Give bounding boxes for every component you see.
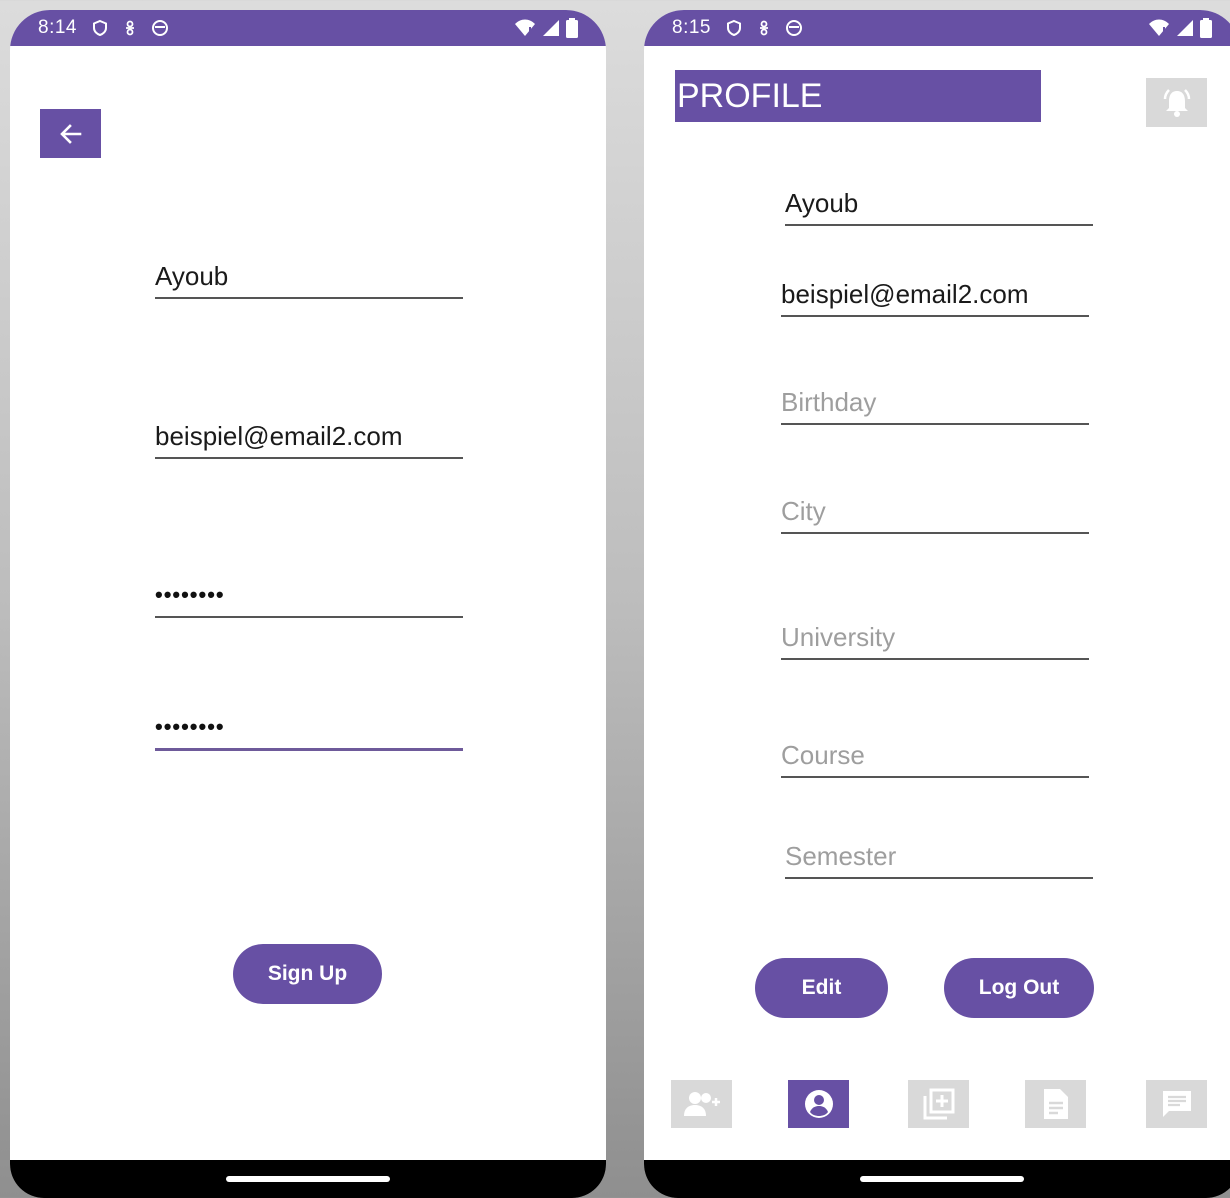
shield-icon xyxy=(92,19,107,37)
battery-icon xyxy=(566,18,578,38)
add-friend-icon xyxy=(683,1092,720,1116)
profile-screen: 8:15 PROFILE Ayoub beispiel@email2.com B… xyxy=(644,10,1230,1198)
home-handle[interactable] xyxy=(860,1176,1024,1182)
nav-add-library[interactable] xyxy=(908,1080,969,1128)
name-input[interactable]: Ayoub xyxy=(155,261,463,299)
university-field[interactable]: University xyxy=(781,622,1089,660)
shield-icon xyxy=(726,19,741,37)
status-bar: 8:15 xyxy=(644,10,1230,46)
notifications-button[interactable] xyxy=(1146,78,1207,127)
signal-icon xyxy=(1177,20,1193,36)
data-saver-icon xyxy=(759,20,768,36)
edit-button[interactable]: Edit xyxy=(755,958,888,1018)
status-right xyxy=(514,18,578,38)
nav-documents[interactable] xyxy=(1025,1080,1086,1128)
data-saver-icon xyxy=(125,20,134,36)
back-button[interactable] xyxy=(40,109,101,158)
wifi-icon xyxy=(515,19,535,36)
birthday-field[interactable]: Birthday xyxy=(781,387,1089,425)
nav-profile[interactable] xyxy=(788,1080,849,1128)
home-handle[interactable] xyxy=(226,1176,390,1182)
semester-field[interactable]: Semester xyxy=(785,841,1093,879)
system-nav-bar xyxy=(10,1160,606,1198)
status-time: 8:15 xyxy=(672,17,711,38)
wifi-icon xyxy=(1149,19,1169,36)
status-right xyxy=(1148,18,1212,38)
page-title: PROFILE xyxy=(675,70,1041,122)
email-field[interactable]: beispiel@email2.com xyxy=(781,279,1089,317)
status-bar: 8:14 xyxy=(10,10,606,46)
sign-up-button[interactable]: Sign Up xyxy=(233,944,382,1004)
bell-ring-icon xyxy=(1163,88,1190,117)
arrow-back-icon xyxy=(59,123,81,144)
name-field[interactable]: Ayoub xyxy=(785,188,1093,226)
add-library-icon xyxy=(923,1088,954,1120)
log-out-button[interactable]: Log Out xyxy=(944,958,1094,1018)
app-notification-icon xyxy=(785,20,802,36)
email-input[interactable]: beispiel@email2.com xyxy=(155,421,463,459)
confirm-password-input[interactable]: •••••••• xyxy=(155,712,463,751)
battery-icon xyxy=(1200,18,1212,38)
status-time: 8:14 xyxy=(38,17,77,38)
document-icon xyxy=(1043,1089,1068,1119)
course-field[interactable]: Course xyxy=(781,740,1089,778)
signup-screen: 8:14 Ayoub beispiel@email2.com •••••••• … xyxy=(10,10,606,1198)
city-field[interactable]: City xyxy=(781,496,1089,534)
chat-icon xyxy=(1162,1091,1191,1117)
profile-icon xyxy=(804,1090,833,1118)
password-input[interactable]: •••••••• xyxy=(155,580,463,618)
nav-chat[interactable] xyxy=(1146,1080,1207,1128)
nav-add-friend[interactable] xyxy=(671,1080,732,1128)
signal-icon xyxy=(543,20,559,36)
app-notification-icon xyxy=(151,20,168,36)
system-nav-bar xyxy=(644,1160,1230,1198)
